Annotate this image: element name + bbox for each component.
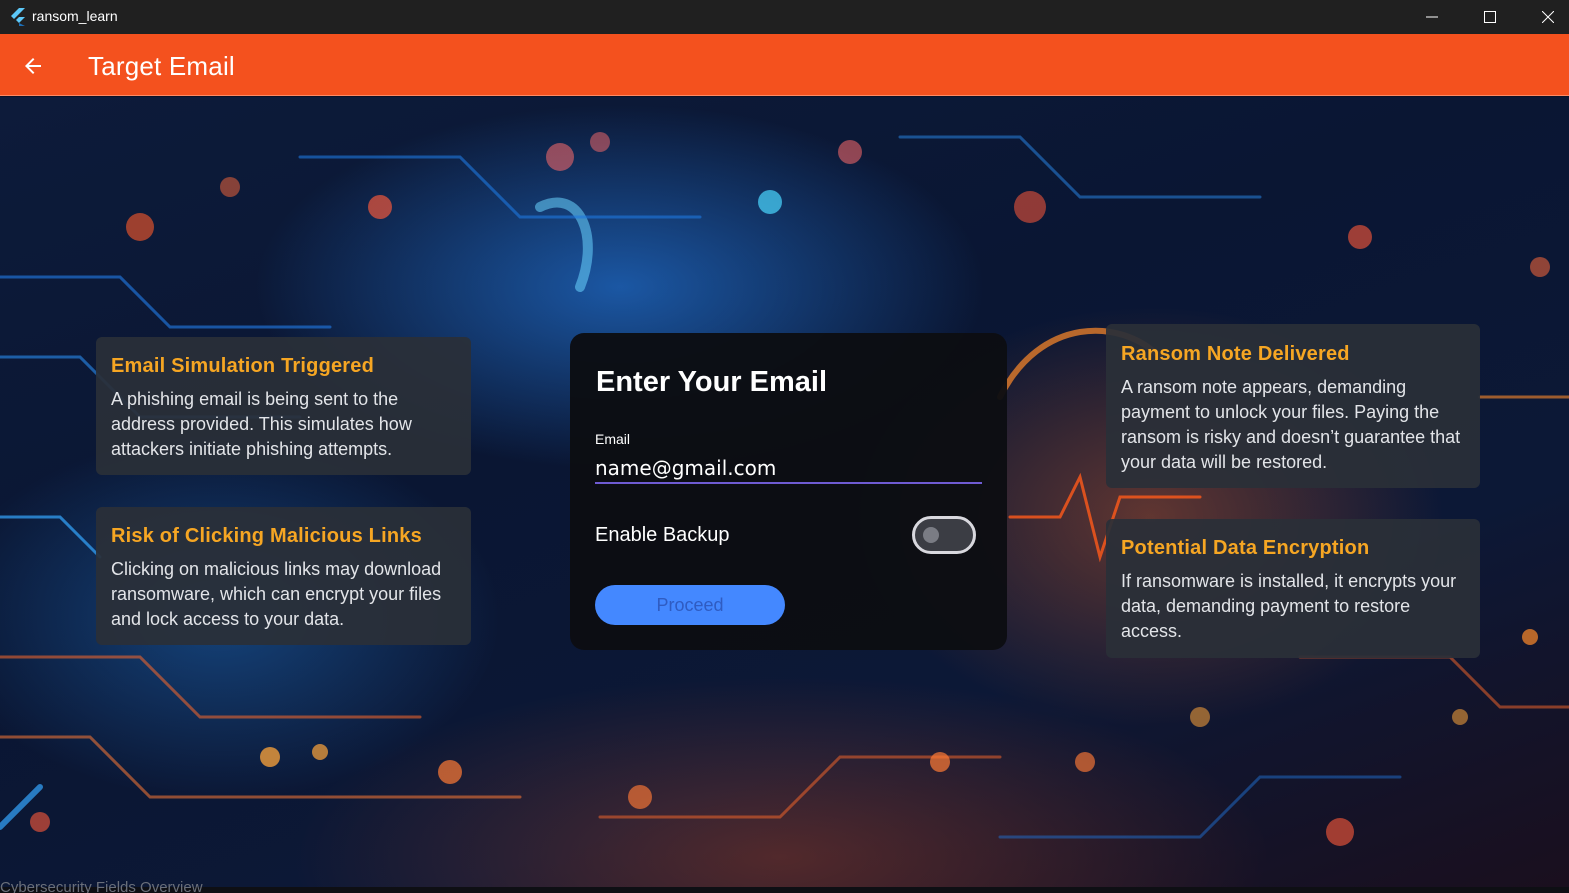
arrow-left-icon <box>25 58 41 74</box>
minimize-icon <box>1426 16 1438 18</box>
card-body: A phishing email is being sent to the ad… <box>111 389 412 459</box>
app-bar: Target Email <box>0 34 1569 96</box>
data-encryption-card: Potential Data Encryption If ransomware … <box>1106 519 1480 658</box>
minimize-button[interactable] <box>1403 0 1461 34</box>
enable-backup-toggle[interactable] <box>912 516 976 554</box>
window-titlebar: ransom_learn <box>0 0 1569 34</box>
maximize-icon <box>1484 11 1496 23</box>
email-input[interactable] <box>595 453 982 484</box>
toggle-knob <box>923 527 939 543</box>
footer-partial-text: Cybersecurity Fields Overview <box>0 879 203 893</box>
page-title: Target Email <box>88 51 235 81</box>
enable-backup-label: Enable Backup <box>595 524 730 546</box>
window-title: ransom_learn <box>32 8 118 24</box>
flutter-logo-icon <box>8 7 28 27</box>
ransom-note-card: Ransom Note Delivered A ransom note appe… <box>1106 324 1480 488</box>
back-button[interactable] <box>14 47 52 85</box>
card-body: If ransomware is installed, it encrypts … <box>1121 571 1457 641</box>
card-title: Ransom Note Delivered <box>1121 343 1350 365</box>
email-form-panel: Enter Your Email Email Enable Backup Pro… <box>570 333 1007 650</box>
form-title: Enter Your Email <box>596 366 827 398</box>
proceed-button[interactable]: Proceed <box>595 585 785 625</box>
email-simulation-card: Email Simulation Triggered A phishing em… <box>96 337 471 475</box>
card-body: A ransom note appears, demanding payment… <box>1121 377 1461 472</box>
card-body: Clicking on malicious links may download… <box>111 559 442 629</box>
card-title: Potential Data Encryption <box>1121 537 1370 559</box>
close-window-button[interactable] <box>1519 0 1569 34</box>
card-title: Risk of Clicking Malicious Links <box>111 525 422 547</box>
risk-links-card: Risk of Clicking Malicious Links Clickin… <box>96 507 471 645</box>
email-field-label: Email <box>595 431 631 447</box>
card-title: Email Simulation Triggered <box>111 355 375 377</box>
close-icon <box>1542 11 1554 23</box>
maximize-button[interactable] <box>1461 0 1519 34</box>
